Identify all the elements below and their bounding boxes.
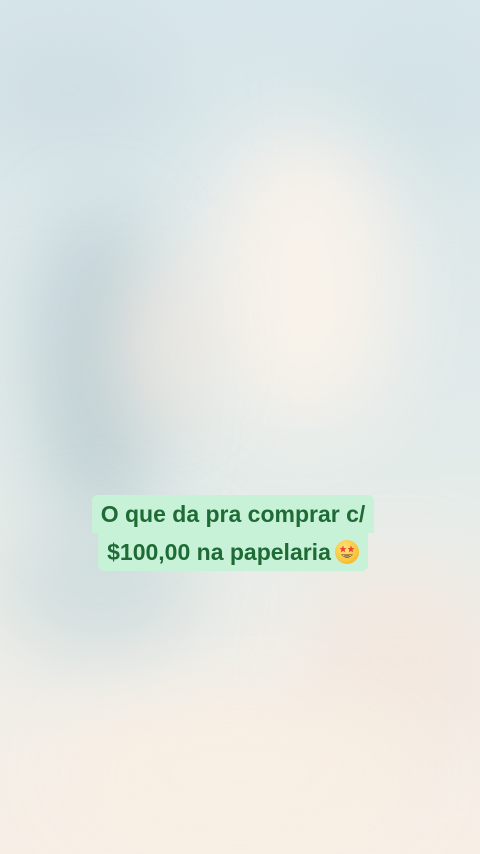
caption-line-2: $100,00 na papelaria — [98, 533, 368, 571]
blurred-background — [0, 0, 480, 854]
caption-overlay: O que da pra comprar c/ $100,00 na papel… — [66, 495, 400, 571]
story-screen: O que da pra comprar c/ $100,00 na papel… — [0, 0, 480, 854]
star-struck-emoji-icon — [334, 540, 359, 564]
caption-line-2-text: $100,00 na papelaria — [107, 539, 331, 565]
caption-line-1: O que da pra comprar c/ — [91, 495, 375, 533]
